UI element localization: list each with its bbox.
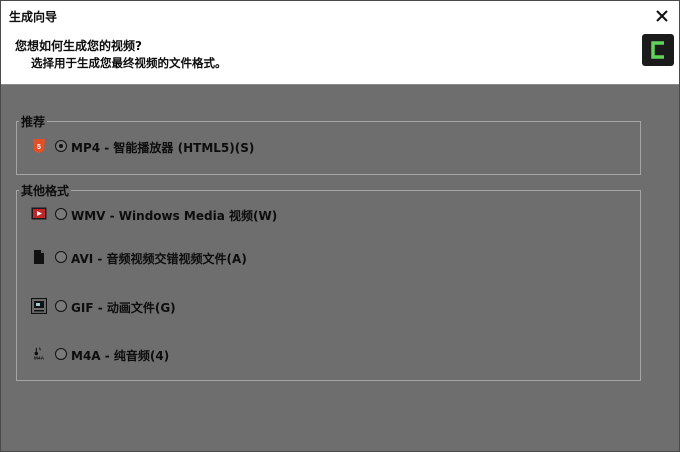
- avi-file-icon: [34, 250, 44, 264]
- camtasia-logo-icon: [642, 34, 674, 66]
- radio-mp4[interactable]: [55, 140, 67, 152]
- radio-wmv[interactable]: [55, 208, 67, 220]
- title-bar: 生成向导: [1, 1, 679, 31]
- close-icon: [656, 10, 668, 22]
- html5-icon: 5: [33, 139, 45, 153]
- wmv-icon: [31, 207, 47, 220]
- other-formats-legend: 其他格式: [21, 184, 70, 198]
- radio-m4a[interactable]: [55, 348, 67, 360]
- header-title: 您想如何生成您的视频?: [15, 39, 142, 53]
- header-subtitle: 选择用于生成您最终视频的文件格式。: [31, 56, 227, 70]
- option-m4a-label: M4A - 纯音频(4): [71, 349, 170, 363]
- option-gif-label: GIF - 动画文件(G): [71, 301, 176, 315]
- wizard-header: 您想如何生成您的视频? 选择用于生成您最终视频的文件格式。: [1, 31, 679, 85]
- m4a-audio-icon: M4A: [34, 347, 45, 361]
- svg-text:5: 5: [37, 144, 41, 151]
- option-mp4-label: MP4 - 智能播放器 (HTML5)(S): [71, 141, 255, 155]
- radio-gif[interactable]: [55, 300, 67, 312]
- window-title: 生成向导: [9, 10, 58, 24]
- svg-text:M4A: M4A: [34, 355, 45, 361]
- recommended-legend: 推荐: [21, 115, 46, 129]
- gif-icon: [31, 298, 47, 314]
- option-avi-label: AVI - 音频视频交错视频文件(A): [71, 252, 247, 266]
- option-wmv-label: WMV - Windows Media 视频(W): [71, 209, 278, 223]
- wizard-window: 生成向导 您想如何生成您的视频? 选择用于生成您最终视频的文件格式。 推荐 5 …: [0, 0, 680, 452]
- close-button[interactable]: [651, 5, 673, 27]
- radio-avi[interactable]: [55, 251, 67, 263]
